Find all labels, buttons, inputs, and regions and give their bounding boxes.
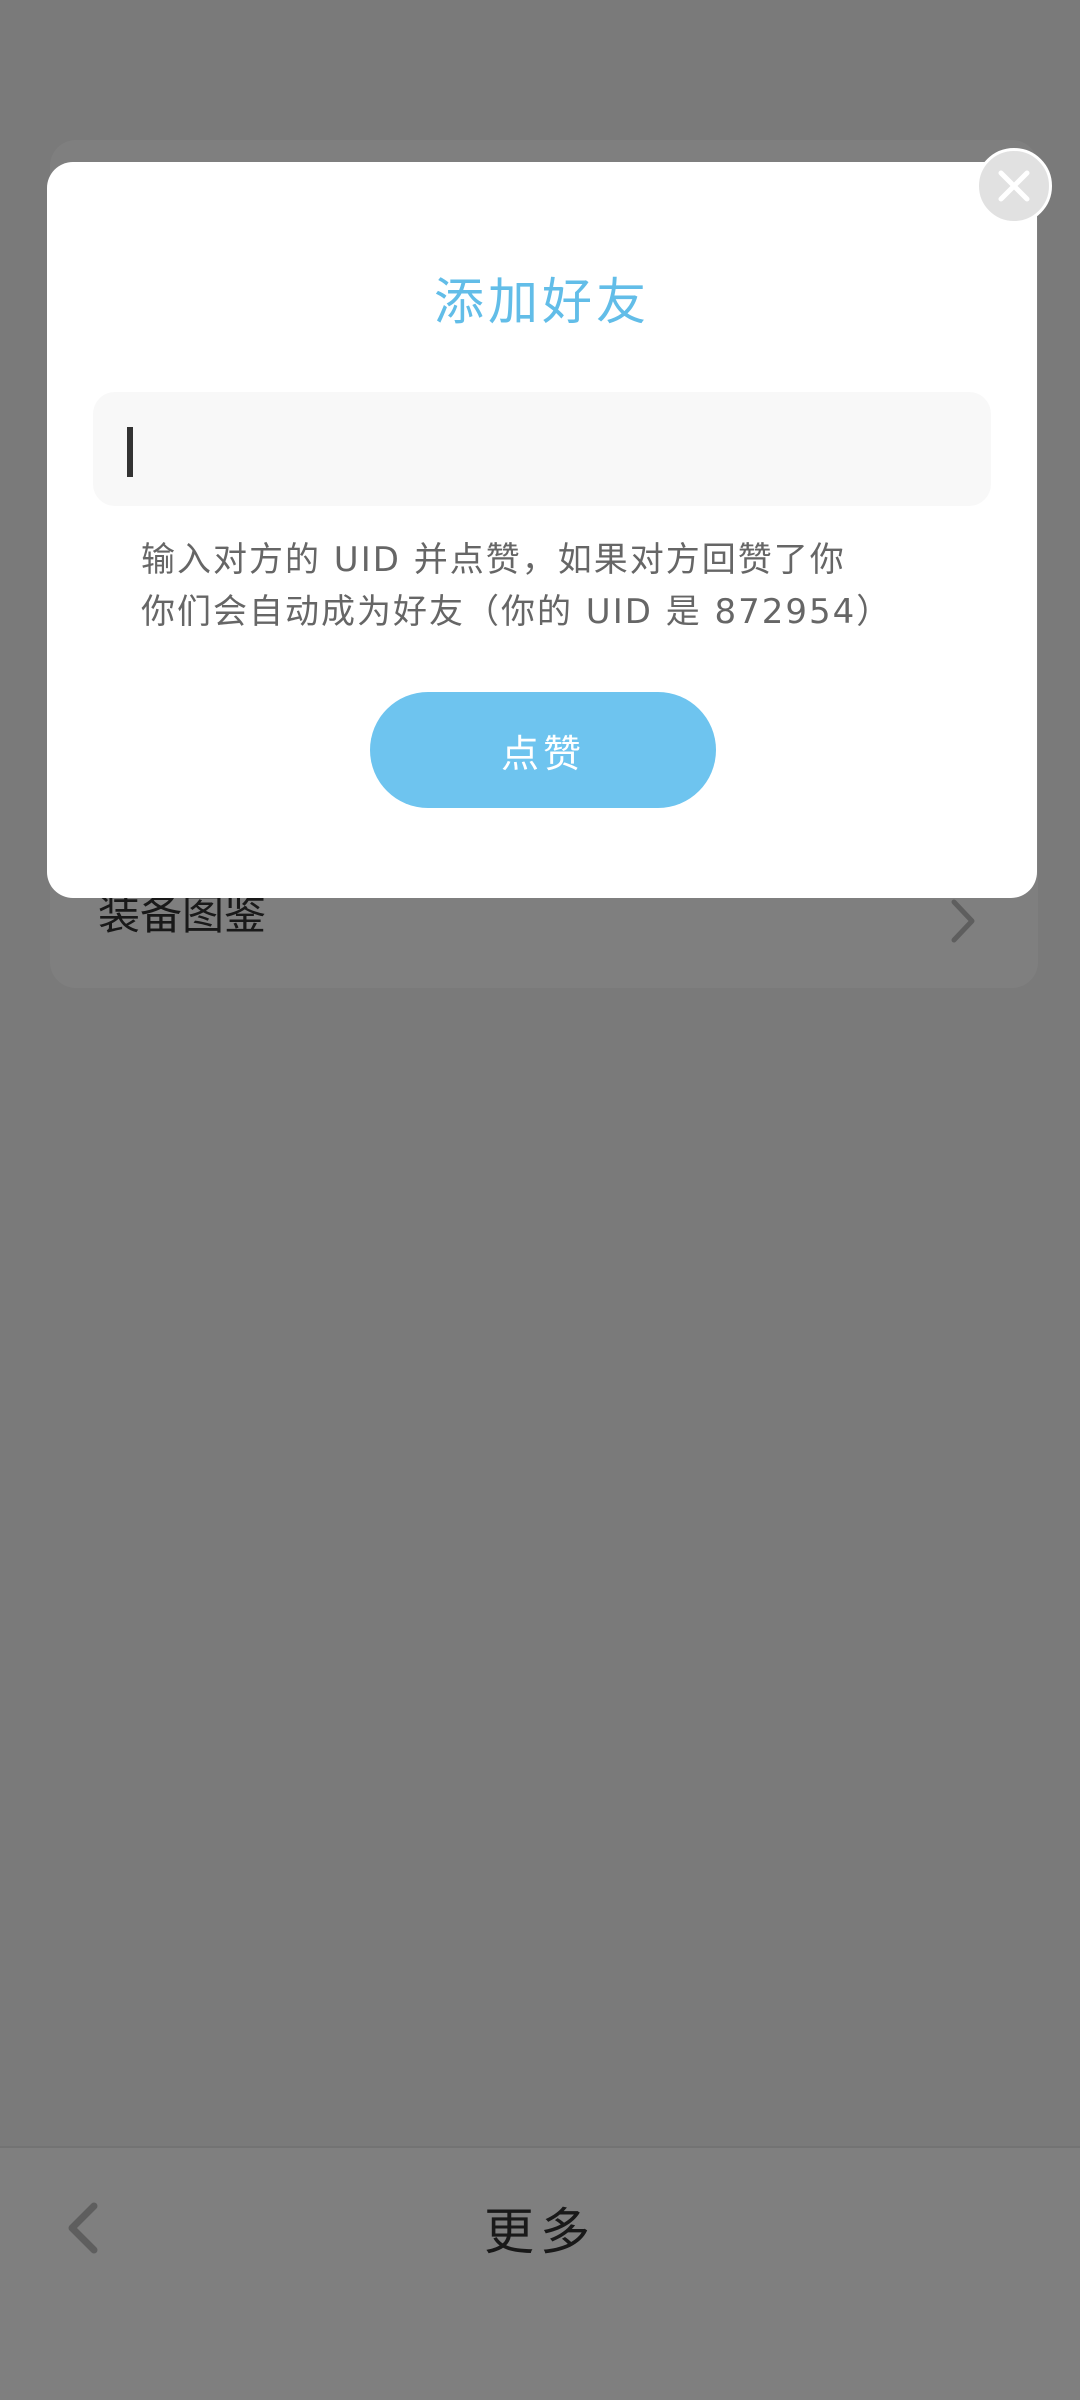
like-button[interactable]: 点赞 (370, 692, 716, 808)
hint-line-2: 你们会自动成为好友（你的 UID 是 872954） (141, 592, 893, 632)
dialog-title: 添加好友 (434, 273, 650, 331)
close-icon (998, 170, 1030, 202)
add-friend-dialog: 添加好友 输入对方的 UID 并点赞，如果对方回赞了你 你们会自动成为好友（你的… (47, 162, 1037, 898)
dialog-hint: 输入对方的 UID 并点赞，如果对方回赞了你 你们会自动成为好友（你的 UID … (141, 534, 1001, 638)
text-cursor (127, 427, 133, 477)
uid-input[interactable] (93, 392, 991, 506)
close-button[interactable] (976, 148, 1052, 224)
hint-line-1: 输入对方的 UID 并点赞，如果对方回赞了你 (141, 540, 846, 580)
